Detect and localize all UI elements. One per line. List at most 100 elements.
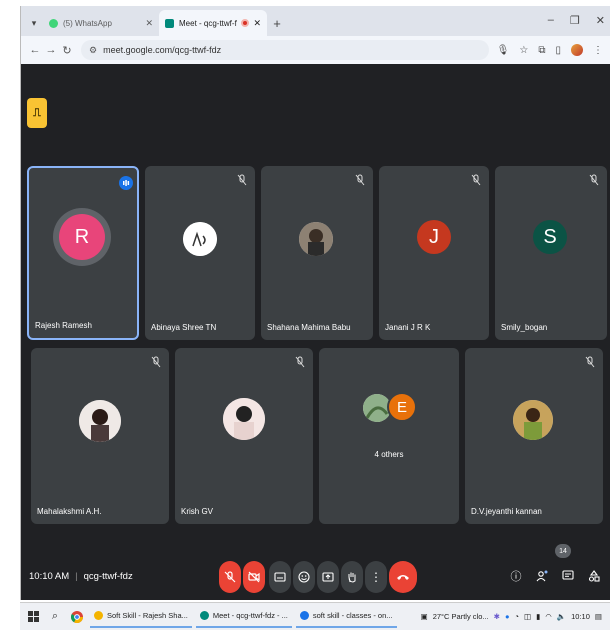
meet-stage: ⎍ R Rajesh Ramesh Abinaya Shree TN Shaha… (21, 64, 610, 600)
participant-name: Abinaya Shree TN (151, 323, 217, 332)
taskbar-app-label: Meet - qcg-ttwf-fdz - ... (212, 611, 288, 620)
present-screen-button[interactable] (317, 561, 339, 593)
close-tab-icon[interactable]: ✕ (253, 18, 261, 29)
app-icon (299, 611, 309, 620)
tab-whatsapp[interactable]: (5) WhatsApp ✕ (43, 10, 159, 36)
mic-off-icon (355, 174, 365, 186)
captions-button[interactable] (269, 561, 291, 593)
participant-name: Rajesh Ramesh (35, 321, 92, 330)
search-icon[interactable]: ⌕ (46, 608, 64, 626)
site-settings-icon[interactable]: ⚙ (89, 45, 97, 56)
tab-strip: ▾ (5) WhatsApp ✕ Meet - qcg-ttwf-fdz ✕ +… (21, 6, 610, 36)
tray-app-icon[interactable]: ✱ (494, 612, 500, 621)
participant-name: Janani J R K (385, 323, 431, 332)
participant-photo-avatar (79, 400, 121, 442)
weather-text[interactable]: 27°C Partly clo... (433, 612, 489, 621)
participant-name: Smily_bogan (501, 323, 548, 332)
weather-icon[interactable]: ▣ (421, 612, 428, 621)
participant-tile[interactable]: D.V.jeyanthi kannan (465, 348, 603, 524)
sidepanel-icon[interactable]: ▯ (555, 45, 561, 56)
taskbar-app[interactable]: Soft Skill - Rajesh Sha... (90, 606, 192, 628)
people-count-badge: 14 (555, 544, 571, 558)
mic-off-icon (224, 571, 236, 583)
tray-app-icon[interactable]: ▮ (536, 612, 540, 621)
leave-call-button[interactable] (389, 561, 417, 593)
profile-avatar[interactable] (571, 44, 583, 56)
meeting-code[interactable]: qcg-ttwf-fdz (84, 571, 133, 582)
tray-app-icon[interactable]: ● (505, 612, 510, 621)
close-tab-icon[interactable]: ✕ (145, 18, 153, 29)
participant-initial-avatar: S (533, 220, 567, 254)
participant-photo-avatar (223, 398, 265, 440)
back-icon[interactable]: ← (27, 44, 43, 56)
restore-icon[interactable]: ❐ (570, 14, 580, 27)
participant-initial-avatar: R (59, 214, 105, 260)
browser-window: ▾ (5) WhatsApp ✕ Meet - qcg-ttwf-fdz ✕ +… (20, 6, 610, 600)
chat-icon[interactable] (561, 569, 575, 583)
taskbar-app[interactable]: soft skill - classes - on... (295, 606, 397, 628)
side-panel-buttons: ⓘ (509, 569, 601, 583)
more-options-button[interactable]: ⋮ (365, 561, 387, 593)
chrome-icon[interactable] (68, 608, 86, 626)
separator: | (75, 571, 78, 582)
hand-icon (348, 572, 356, 583)
participant-tile[interactable]: R Rajesh Ramesh (27, 166, 139, 340)
participant-tile[interactable]: Abinaya Shree TN (145, 166, 255, 340)
meeting-details-icon[interactable]: ⓘ (509, 569, 523, 583)
participant-initial-avatar: J (417, 220, 451, 254)
recording-indicator-icon (241, 19, 250, 27)
reload-icon[interactable]: ↻ (59, 44, 75, 57)
captions-icon (274, 572, 286, 582)
participant-tile[interactable]: Krish GV (175, 348, 313, 524)
tab-meet[interactable]: Meet - qcg-ttwf-fdz ✕ (159, 10, 267, 36)
participant-tile[interactable]: S Smily_bogan (495, 166, 607, 340)
raise-hand-button[interactable] (341, 561, 363, 593)
present-icon (322, 572, 334, 582)
desktop-left-edge (0, 0, 20, 630)
wifi-icon[interactable]: ◠ (545, 612, 552, 621)
participant-tile[interactable]: Mahalakshmi A.H. (31, 348, 169, 524)
app-icon (199, 611, 209, 620)
mic-toggle-button[interactable] (219, 561, 241, 593)
extensions-icon[interactable]: ⧉ (538, 45, 545, 56)
others-tile[interactable]: E 4 others (319, 348, 459, 524)
meeting-info: 10:10 AM | qcg-ttwf-fdz (29, 571, 133, 582)
meeting-host-icon[interactable]: ⎍ (27, 98, 47, 128)
clock[interactable]: 10:10 (571, 612, 590, 621)
tray-app-icon[interactable]: ◔ (514, 612, 519, 621)
more-vert-icon: ⋮ (370, 570, 382, 584)
menu-icon[interactable]: ⋮ (593, 45, 603, 56)
url-bar[interactable]: ⚙ meet.google.com/qcg-ttwf-fdz (81, 40, 489, 60)
people-icon[interactable] (535, 569, 549, 583)
participant-name: Krish GV (181, 507, 214, 516)
tray-app-icon[interactable]: ◫ (524, 612, 531, 621)
forward-icon[interactable]: → (43, 44, 59, 56)
tab-title: (5) WhatsApp (63, 18, 112, 28)
address-bar-row: ← → ↻ ⚙ meet.google.com/qcg-ttwf-fdz 🎙 ☆… (21, 36, 610, 64)
whatsapp-icon (49, 18, 58, 28)
participant-tile[interactable]: Shahana Mahima Babu (261, 166, 373, 340)
participant-photo-avatar (299, 222, 333, 256)
windows-start-icon[interactable] (24, 608, 42, 626)
tab-search-button[interactable]: ▾ (25, 10, 43, 36)
notification-icon[interactable]: ▤ (595, 612, 602, 621)
mic-off-icon (237, 174, 247, 186)
minimize-icon[interactable]: – (548, 14, 554, 27)
camera-toggle-button[interactable] (243, 561, 265, 593)
mic-permission-icon[interactable]: 🎙 (497, 45, 510, 56)
bookmark-star-icon[interactable]: ☆ (519, 45, 528, 56)
participant-tile[interactable]: J Janani J R K (379, 166, 489, 340)
taskbar-app-label: Soft Skill - Rajesh Sha... (107, 611, 188, 620)
participant-name: Shahana Mahima Babu (267, 323, 351, 332)
activities-icon[interactable] (587, 569, 601, 583)
others-count-label: 4 others (374, 450, 404, 459)
volume-icon[interactable]: 🔈 (557, 612, 566, 621)
taskbar-app-label: soft skill - classes - on... (312, 611, 393, 620)
close-window-icon[interactable]: ✕ (596, 14, 605, 27)
camera-off-icon (248, 571, 260, 583)
new-tab-button[interactable]: + (267, 10, 287, 36)
tab-title: Meet - qcg-ttwf-fdz (179, 18, 237, 28)
taskbar-app[interactable]: Meet - qcg-ttwf-fdz - ... (195, 606, 292, 628)
reactions-button[interactable] (293, 561, 315, 593)
emoji-icon (298, 571, 310, 583)
